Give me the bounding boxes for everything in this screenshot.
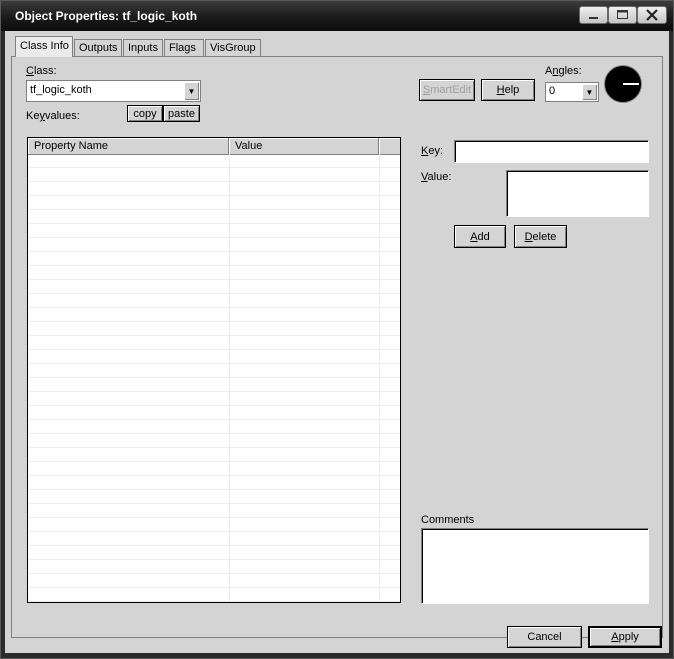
object-properties-window: Object Properties: tf_logic_koth Class I…	[0, 0, 674, 659]
table-row[interactable]	[28, 462, 400, 476]
key-input[interactable]	[454, 140, 649, 163]
paste-button[interactable]: paste	[163, 105, 200, 122]
table-row[interactable]	[28, 392, 400, 406]
class-combobox[interactable]: tf_logic_koth ▼	[26, 80, 201, 102]
table-row[interactable]	[28, 210, 400, 224]
keyvalues-grid[interactable]: Property Name Value	[27, 137, 401, 603]
table-row[interactable]	[28, 574, 400, 588]
tab-flags[interactable]: Flags	[164, 39, 204, 56]
smartedit-button[interactable]: SmartEdit	[419, 79, 475, 101]
table-row[interactable]	[28, 350, 400, 364]
table-row[interactable]	[28, 294, 400, 308]
table-row[interactable]	[28, 322, 400, 336]
table-row[interactable]	[28, 504, 400, 518]
minimize-icon	[589, 17, 598, 19]
maximize-icon	[617, 10, 628, 19]
tab-label: Inputs	[128, 42, 158, 54]
window-title: Object Properties: tf_logic_koth	[15, 9, 198, 23]
tab-label: Class Info	[20, 40, 69, 52]
table-row[interactable]	[28, 518, 400, 532]
table-row[interactable]	[28, 560, 400, 574]
table-row[interactable]	[28, 364, 400, 378]
table-row[interactable]	[28, 238, 400, 252]
table-row[interactable]	[28, 280, 400, 294]
apply-button[interactable]: Apply	[588, 626, 662, 648]
angles-combobox[interactable]: 0 ▼	[545, 82, 599, 102]
table-row[interactable]	[28, 588, 400, 602]
tab-outputs[interactable]: Outputs	[74, 39, 122, 56]
column-label: Property Name	[34, 140, 108, 152]
table-row[interactable]	[28, 406, 400, 420]
column-header-property-name[interactable]: Property Name	[28, 138, 229, 154]
angles-dial[interactable]	[604, 65, 642, 103]
table-row[interactable]	[28, 182, 400, 196]
column-divider	[229, 154, 230, 602]
angles-value: 0	[549, 85, 556, 97]
cancel-button[interactable]: Cancel	[507, 626, 582, 648]
help-button[interactable]: Help	[481, 79, 535, 101]
column-header-value[interactable]: Value	[229, 138, 379, 154]
table-row[interactable]	[28, 224, 400, 238]
close-icon	[646, 9, 658, 21]
class-label: Class:	[26, 65, 57, 77]
tab-class-info[interactable]: Class Info	[15, 36, 73, 57]
table-row[interactable]	[28, 252, 400, 266]
class-value: tf_logic_koth	[30, 84, 92, 96]
table-row[interactable]	[28, 378, 400, 392]
title-bar[interactable]: Object Properties: tf_logic_koth	[1, 1, 673, 31]
add-button[interactable]: Add	[454, 225, 506, 248]
keyvalues-label: Keyvalues:	[26, 110, 80, 122]
close-button[interactable]	[637, 6, 667, 24]
angles-dropdown-button[interactable]: ▼	[582, 84, 597, 100]
table-row[interactable]	[28, 448, 400, 462]
table-row[interactable]	[28, 546, 400, 560]
table-row[interactable]	[28, 266, 400, 280]
table-row[interactable]	[28, 154, 400, 168]
tab-visgroup[interactable]: VisGroup	[205, 39, 261, 56]
table-row[interactable]	[28, 168, 400, 182]
table-row[interactable]	[28, 476, 400, 490]
chevron-down-icon: ▼	[187, 86, 196, 96]
tab-inputs[interactable]: Inputs	[123, 39, 163, 56]
column-divider	[379, 154, 380, 602]
table-row[interactable]	[28, 308, 400, 322]
key-label: Key:	[421, 145, 444, 157]
angles-label: Angles:	[545, 65, 582, 77]
table-row[interactable]	[28, 196, 400, 210]
table-row[interactable]	[28, 420, 400, 434]
column-header-spacer	[379, 138, 400, 154]
tab-label: Flags	[169, 42, 196, 54]
class-dropdown-button[interactable]: ▼	[184, 82, 199, 100]
dialog-client-area: Class Info Outputs Inputs Flags VisGroup…	[5, 31, 669, 653]
table-row[interactable]	[28, 336, 400, 350]
grid-header: Property Name Value	[28, 138, 400, 155]
comments-label: Comments	[421, 514, 475, 526]
angle-indicator	[623, 83, 639, 85]
tab-label: Outputs	[79, 42, 118, 54]
column-label: Value	[235, 140, 263, 152]
table-row[interactable]	[28, 490, 400, 504]
value-label: Value:	[421, 171, 452, 183]
tab-label: VisGroup	[210, 42, 256, 54]
delete-button[interactable]: Delete	[514, 225, 567, 248]
table-row[interactable]	[28, 532, 400, 546]
comments-textarea[interactable]	[421, 528, 649, 604]
chevron-down-icon: ▼	[585, 87, 594, 97]
maximize-button[interactable]	[608, 6, 637, 24]
copy-button[interactable]: copy	[127, 105, 163, 122]
table-row[interactable]	[28, 434, 400, 448]
value-input[interactable]	[506, 170, 649, 217]
minimize-button[interactable]	[579, 6, 608, 24]
